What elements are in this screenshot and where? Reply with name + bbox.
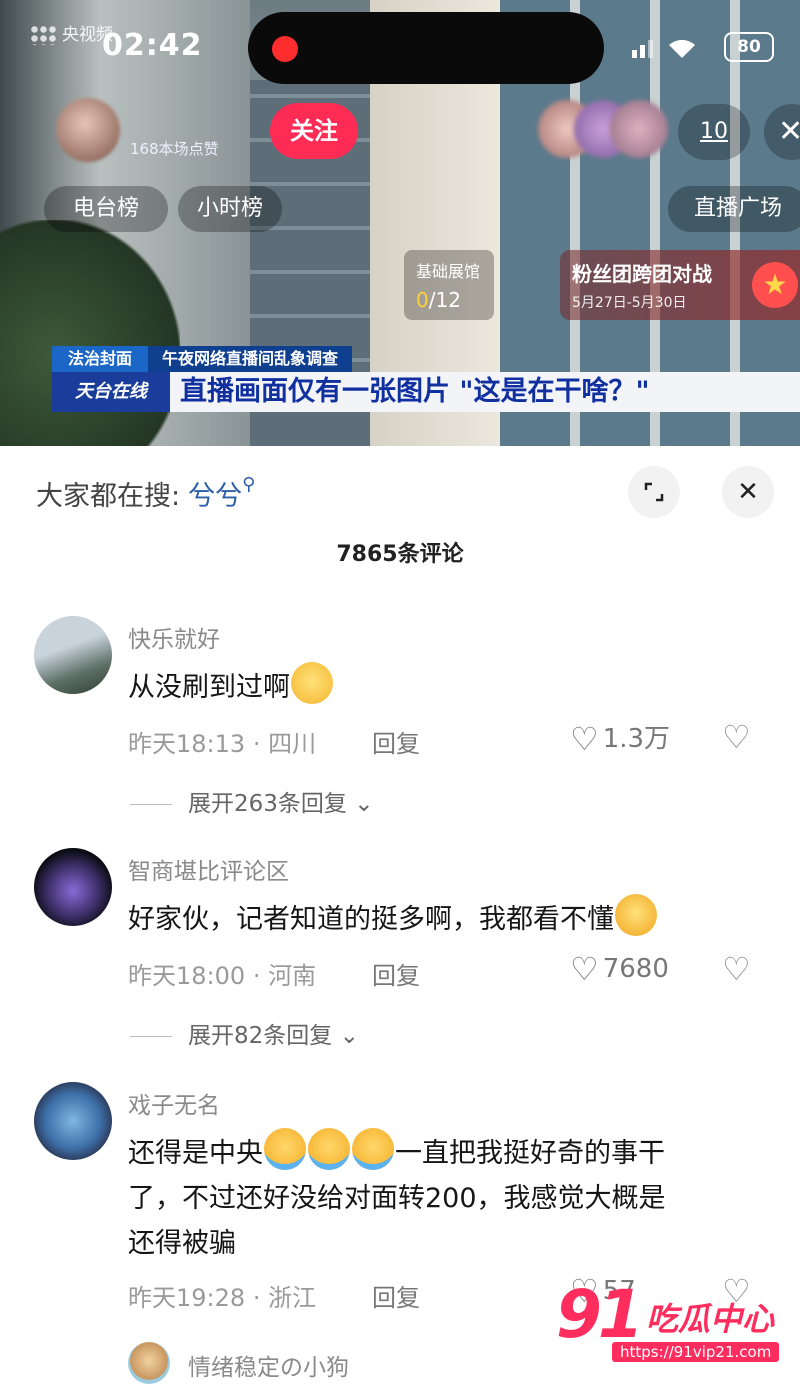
search-prefix: 大家都在搜: — [36, 481, 181, 512]
comment-text-part: 还得被骗 — [128, 1228, 236, 1259]
expand-replies[interactable]: 展开263条回复 ⌄ — [130, 784, 374, 818]
likes-count: 168本场点赞 — [130, 140, 219, 158]
like-count: 7680 — [602, 954, 669, 984]
comment-count: 7865条评论 — [336, 542, 464, 567]
comment-meta: 昨天18:00 · 河南 — [128, 956, 316, 991]
news-headline-bar: 天台在线 直播画面仅有一张图片 "这是在干啥？" — [52, 372, 800, 412]
radio-rank-chip[interactable]: 电台榜 — [44, 186, 168, 232]
news-tag-1: 法治封面 — [52, 346, 149, 372]
host-avatar[interactable] — [56, 98, 120, 162]
recording-dot-icon — [272, 36, 298, 62]
avatar[interactable] — [34, 848, 112, 926]
comment-text-part: 还得是中央 — [128, 1138, 263, 1169]
dislike-icon[interactable]: ♡ — [722, 718, 751, 756]
like-button[interactable]: ♡ 7680 — [570, 950, 669, 988]
avatar[interactable] — [128, 1342, 170, 1384]
reply-button[interactable]: 回复 — [372, 724, 420, 759]
comment-text-body: 从没刷到过啊 — [128, 672, 290, 703]
task-progress: 0/12 — [416, 288, 461, 312]
news-headline: 直播画面仅有一张图片 "这是在干啥？" — [170, 372, 800, 412]
signal-wifi-icon — [632, 39, 695, 58]
divider — [130, 1036, 172, 1037]
crying-emoji-icon — [264, 1128, 306, 1170]
expand-replies-label: 展开82条回复 — [188, 1023, 333, 1049]
reply-button[interactable]: 回复 — [372, 1278, 420, 1313]
chevron-down-icon: ⌄ — [354, 791, 374, 817]
comment-meta-sep: · — [252, 962, 261, 990]
comment-region: 河南 — [268, 962, 317, 990]
status-time: 02:42 — [102, 28, 203, 63]
task-widget[interactable]: 基础展馆 0/12 — [404, 250, 494, 320]
crying-emoji-icon — [308, 1128, 350, 1170]
heart-icon: ♡ — [570, 720, 599, 758]
expand-replies[interactable]: 展开82条回复 ⌄ — [130, 1016, 359, 1050]
comment-meta: 昨天18:13 · 四川 — [128, 724, 316, 759]
crying-emoji-icon — [352, 1128, 394, 1170]
site-watermark: 91 吃瓜中心 https://91vip21.com — [556, 1276, 784, 1370]
follow-button[interactable]: 关注 — [270, 103, 358, 159]
comment-author[interactable]: 快乐就好 — [128, 620, 220, 654]
like-button[interactable]: ♡ 1.3万 — [570, 718, 670, 758]
heart-icon: ♡ — [570, 950, 599, 988]
battery-indicator: 80 — [724, 32, 774, 62]
comments-sheet: 大家都在搜: 兮兮⚲ ✕ 7865条评论 快乐就好 从没刷到过啊 昨天18:13 … — [0, 446, 800, 1384]
comment-text-body: 好家伙，记者知道的挺多啊，我都看不懂 — [128, 904, 614, 935]
comment-meta-sep: · — [252, 730, 261, 758]
comment-meta: 昨天19:28 · 浙江 — [128, 1278, 316, 1313]
trees — [0, 220, 180, 446]
fan-battle-title: 粉丝团跨团对战 — [572, 262, 712, 286]
like-count: 1.3万 — [602, 724, 671, 754]
reply-button[interactable]: 回复 — [372, 956, 420, 991]
news-tag-bar: 法治封面 午夜网络直播间乱象调查 — [52, 346, 353, 372]
news-program-logo: 天台在线 — [52, 372, 170, 412]
search-suggestion[interactable]: 大家都在搜: 兮兮⚲ — [36, 474, 255, 513]
comment-region: 浙江 — [268, 1284, 317, 1312]
watermark-url: https://91vip21.com — [612, 1342, 780, 1362]
comment-text: 好家伙，记者知道的挺多啊，我都看不懂 — [128, 894, 768, 942]
online-count[interactable]: 10 — [678, 104, 750, 160]
dynamic-island — [248, 12, 604, 84]
live-plaza-button[interactable]: 直播广场 — [668, 186, 800, 232]
laugh-cry-emoji-icon — [615, 894, 657, 936]
comment-text-part: 了，不过还好没给对面转200，我感觉大概是 — [128, 1183, 666, 1214]
comment-region: 四川 — [268, 730, 317, 758]
comment-time: 昨天18:13 — [128, 730, 246, 758]
divider — [130, 804, 172, 805]
expand-icon[interactable] — [628, 466, 680, 518]
cctv-logo-icon — [30, 25, 56, 45]
close-sheet-icon[interactable]: ✕ — [722, 466, 774, 518]
cctv-watermark: 央视频 — [30, 20, 113, 45]
avatar[interactable] — [34, 1082, 112, 1160]
comment-time: 昨天19:28 — [128, 1284, 246, 1312]
hour-rank-chip[interactable]: 小时榜 — [178, 186, 282, 232]
avatar[interactable] — [34, 616, 112, 694]
comment-meta-sep: · — [252, 1284, 261, 1312]
audience-avatars[interactable] — [538, 100, 668, 160]
task-progress-total: /12 — [428, 288, 461, 312]
comment-text: 从没刷到过啊 — [128, 662, 768, 710]
comment-author[interactable]: 智商堪比评论区 — [128, 852, 289, 886]
search-icon: ⚲ — [242, 474, 256, 495]
news-tag-2: 午夜网络直播间乱象调查 — [148, 346, 353, 372]
scared-emoji-icon — [291, 662, 333, 704]
task-progress-done: 0 — [416, 288, 429, 312]
chevron-down-icon: ⌄ — [339, 1023, 359, 1049]
comment-author[interactable]: 戏子无名 — [128, 1086, 220, 1120]
live-video-area[interactable]: 央视频 02:42 80 168本场点赞 关注 10 ✕ 电台榜 小时榜 直播广… — [0, 0, 800, 446]
comment-time: 昨天18:00 — [128, 962, 246, 990]
task-title: 基础展馆 — [416, 262, 481, 281]
dislike-icon[interactable]: ♡ — [722, 950, 751, 988]
watermark-text: 吃瓜中心 — [646, 1300, 775, 1338]
expand-replies-label: 展开263条回复 — [188, 791, 347, 817]
search-keyword[interactable]: 兮兮 — [188, 481, 242, 512]
fan-battle-dates: 5月27日-5月30日 — [572, 295, 687, 311]
audience-avatar — [610, 100, 668, 158]
comment-text: 还得是中央 一直把我挺好奇的事干 了，不过还好没给对面转200，我感觉大概是 还得… — [128, 1128, 768, 1266]
comment-text-part: 一直把我挺好奇的事干 — [395, 1138, 665, 1169]
comment-author[interactable]: 情绪稳定の小狗 — [188, 1348, 349, 1382]
star-badge-icon[interactable]: ★ — [752, 262, 798, 308]
